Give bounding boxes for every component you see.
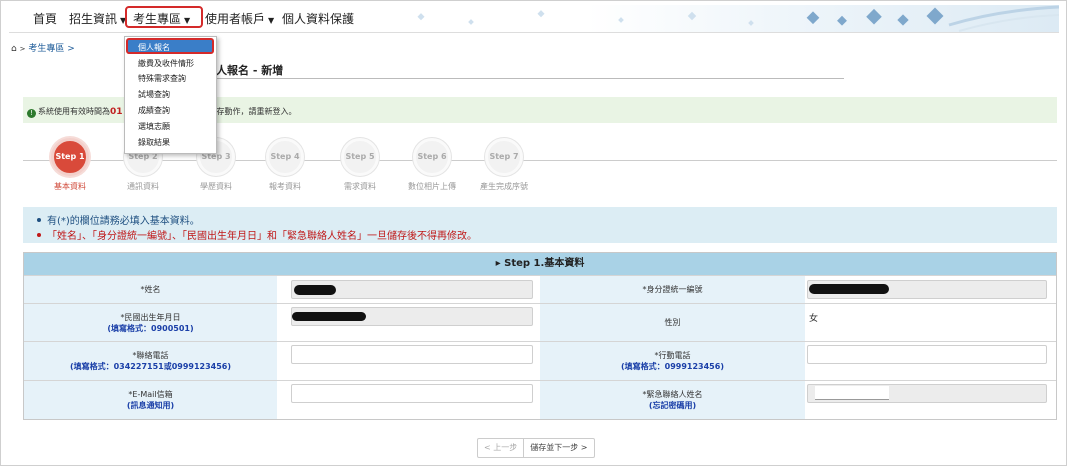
menu-item-special-needs[interactable]: 特殊需求查詢 bbox=[138, 73, 186, 84]
chevron-right-icon: > bbox=[19, 45, 26, 53]
applicant-area-menu: 個人報名 繳費及收件情形 特殊需求查詢 試場查詢 成績查詢 選填志願 錄取結果 bbox=[124, 36, 217, 154]
phone-label: *聯絡電話 bbox=[132, 351, 169, 360]
emergency-label-cell: *緊急聯絡人姓名 (忘記密碼用) bbox=[540, 381, 805, 419]
step-1-badge[interactable]: Step 1 bbox=[51, 138, 89, 176]
form-row: *姓名 *身分證統一編號 bbox=[24, 275, 1056, 303]
nav-applicant-area-label: 考生專區 bbox=[133, 12, 182, 26]
banner-decoration bbox=[417, 5, 1059, 32]
step-3-label: 學歷資料 bbox=[200, 182, 232, 191]
name-value-cell bbox=[277, 276, 540, 303]
info-time: 01 bbox=[110, 107, 123, 117]
note-immutable-text: 「姓名」、「身分證統一編號」、「民國出生年月日」和「緊急聯絡人姓名」一旦儲存後不… bbox=[47, 231, 477, 242]
nav-home[interactable]: 首頁 bbox=[33, 10, 57, 27]
mobile-label: *行動電話 bbox=[654, 351, 691, 360]
basic-info-form: ▸ Step 1.基本資料 *姓名 *身分證統一編號 *民國出生年月日 (填寫格式… bbox=[23, 252, 1057, 420]
form-row: *聯絡電話 (填寫格式：034227151或0999123456) *行動電話 (填… bbox=[24, 341, 1056, 380]
note-required: 有(*)的欄位請務必填入基本資料。 bbox=[37, 212, 200, 227]
menu-item-exam-room[interactable]: 試場查詢 bbox=[138, 89, 170, 100]
mobile-value-cell bbox=[805, 342, 1056, 380]
phone-label-cell: *聯絡電話 (填寫格式：034227151或0999123456) bbox=[24, 342, 277, 380]
email-input[interactable] bbox=[291, 384, 533, 403]
gender-value-cell: 女 bbox=[805, 304, 1056, 341]
birthdate-label: *民國出生年月日 bbox=[120, 312, 181, 322]
pager: < 上一步 儲存並下一步 > bbox=[477, 438, 595, 458]
nav-user-account[interactable]: 使用者帳戶 ▼ bbox=[205, 10, 274, 27]
email-label-cell: *E-Mail信箱 (訊息通知用) bbox=[24, 381, 277, 419]
caret-down-icon: ▼ bbox=[268, 16, 275, 25]
page-title: 人報名 - 新增 bbox=[216, 64, 284, 77]
info-prefix: 系統使用有效時間為 bbox=[38, 107, 110, 116]
bullet-icon bbox=[37, 218, 41, 222]
mobile-hint: (填寫格式：0999123456) bbox=[621, 362, 724, 371]
emergency-label: *緊急聯絡人姓名 bbox=[642, 390, 703, 399]
menu-item-admission-results[interactable]: 錄取結果 bbox=[138, 137, 170, 148]
name-label: *姓名 bbox=[140, 285, 161, 294]
email-value-cell bbox=[277, 381, 540, 419]
note-required-text: 有(*)的欄位請務必填入基本資料。 bbox=[47, 216, 200, 227]
save-next-button[interactable]: 儲存並下一步 > bbox=[524, 439, 593, 457]
form-section-title: ▸ Step 1.基本資料 bbox=[24, 253, 1056, 275]
step-5-label: 需求資料 bbox=[344, 182, 376, 191]
birthdate-label-cell: *民國出生年月日 (填寫格式：0900501) bbox=[24, 304, 277, 341]
gender-value: 女 bbox=[809, 314, 819, 324]
menu-item-payment-status[interactable]: 繳費及收件情形 bbox=[138, 58, 194, 69]
menu-item-scores[interactable]: 成績查詢 bbox=[138, 105, 170, 116]
email-label: *E-Mail信箱 bbox=[128, 390, 173, 399]
step-7-label: 產生完成序號 bbox=[480, 182, 528, 191]
emergency-value-cell bbox=[805, 381, 1056, 419]
birthdate-hint: (填寫格式：0900501) bbox=[107, 323, 194, 333]
phone-value-cell bbox=[277, 342, 540, 380]
breadcrumb-link[interactable]: 考生專區 > bbox=[28, 44, 74, 54]
menu-item-label: 個人報名 bbox=[138, 43, 170, 52]
redaction-mark bbox=[294, 285, 336, 295]
step-1-label: 基本資料 bbox=[54, 182, 86, 191]
step-5-badge[interactable]: Step 5 bbox=[341, 138, 379, 176]
step-4-badge[interactable]: Step 4 bbox=[266, 138, 304, 176]
top-nav: 首頁 招生資訊 ▼ 考生專區 ▼ 使用者帳戶 ▼ 個人資料保護 bbox=[9, 5, 1059, 33]
menu-item-preferences[interactable]: 選填志願 bbox=[138, 121, 170, 132]
title-divider bbox=[214, 78, 844, 79]
nav-admissions-label: 招生資訊 bbox=[69, 12, 118, 26]
gender-label: 性別 bbox=[664, 318, 681, 327]
prev-step-button[interactable]: < 上一步 bbox=[478, 439, 525, 457]
id-label: *身分證統一編號 bbox=[642, 285, 703, 294]
note-immutable: 「姓名」、「身分證統一編號」、「民國出生年月日」和「緊急聯絡人姓名」一旦儲存後不… bbox=[37, 227, 477, 242]
step-6-label: 數位相片上傳 bbox=[408, 182, 456, 191]
caret-down-icon: ▼ bbox=[184, 16, 191, 25]
id-value-cell bbox=[805, 276, 1056, 303]
phone-hint: (填寫格式：034227151或0999123456) bbox=[69, 362, 232, 371]
nav-privacy[interactable]: 個人資料保護 bbox=[282, 10, 354, 27]
step-7-badge[interactable]: Step 7 bbox=[485, 138, 523, 176]
notes-box: 有(*)的欄位請務必填入基本資料。 「姓名」、「身分證統一編號」、「民國出生年月… bbox=[23, 207, 1057, 243]
redaction-mark bbox=[292, 312, 366, 321]
home-icon[interactable]: ⌂ bbox=[11, 44, 17, 54]
emergency-hint: (忘記密碼用) bbox=[648, 401, 697, 410]
bullet-icon bbox=[37, 233, 41, 237]
nav-user-account-label: 使用者帳戶 bbox=[205, 12, 266, 26]
form-row: *E-Mail信箱 (訊息通知用) *緊急聯絡人姓名 (忘記密碼用) bbox=[24, 380, 1056, 419]
step-2-label: 通訊資料 bbox=[127, 182, 159, 191]
menu-item-personal-registration[interactable]: 個人報名 bbox=[126, 38, 214, 54]
page: 首頁 招生資訊 ▼ 考生專區 ▼ 使用者帳戶 ▼ 個人資料保護 ⌂ > 考生專區 > … bbox=[0, 0, 1067, 466]
step-track bbox=[23, 160, 1057, 161]
email-hint: (訊息通知用) bbox=[126, 401, 175, 410]
gender-label-cell: 性別 bbox=[540, 304, 805, 341]
step-6-badge[interactable]: Step 6 bbox=[413, 138, 451, 176]
mobile-label-cell: *行動電話 (填寫格式：0999123456) bbox=[540, 342, 805, 380]
mobile-input[interactable] bbox=[807, 345, 1047, 364]
breadcrumb: ⌂ > 考生專區 > bbox=[11, 41, 75, 54]
phone-input[interactable] bbox=[291, 345, 533, 364]
redaction-mark bbox=[809, 284, 889, 294]
id-label-cell: *身分證統一編號 bbox=[540, 276, 805, 303]
step-4-label: 報考資料 bbox=[269, 182, 301, 191]
birthdate-value-cell bbox=[277, 304, 540, 341]
info-icon: ! bbox=[27, 109, 36, 118]
redaction-mark bbox=[815, 386, 889, 400]
form-row: *民國出生年月日 (填寫格式：0900501) 性別 女 bbox=[24, 303, 1056, 341]
nav-applicant-area[interactable]: 考生專區 ▼ bbox=[133, 10, 190, 27]
name-label-cell: *姓名 bbox=[24, 276, 277, 303]
nav-admissions[interactable]: 招生資訊 ▼ bbox=[69, 10, 126, 27]
